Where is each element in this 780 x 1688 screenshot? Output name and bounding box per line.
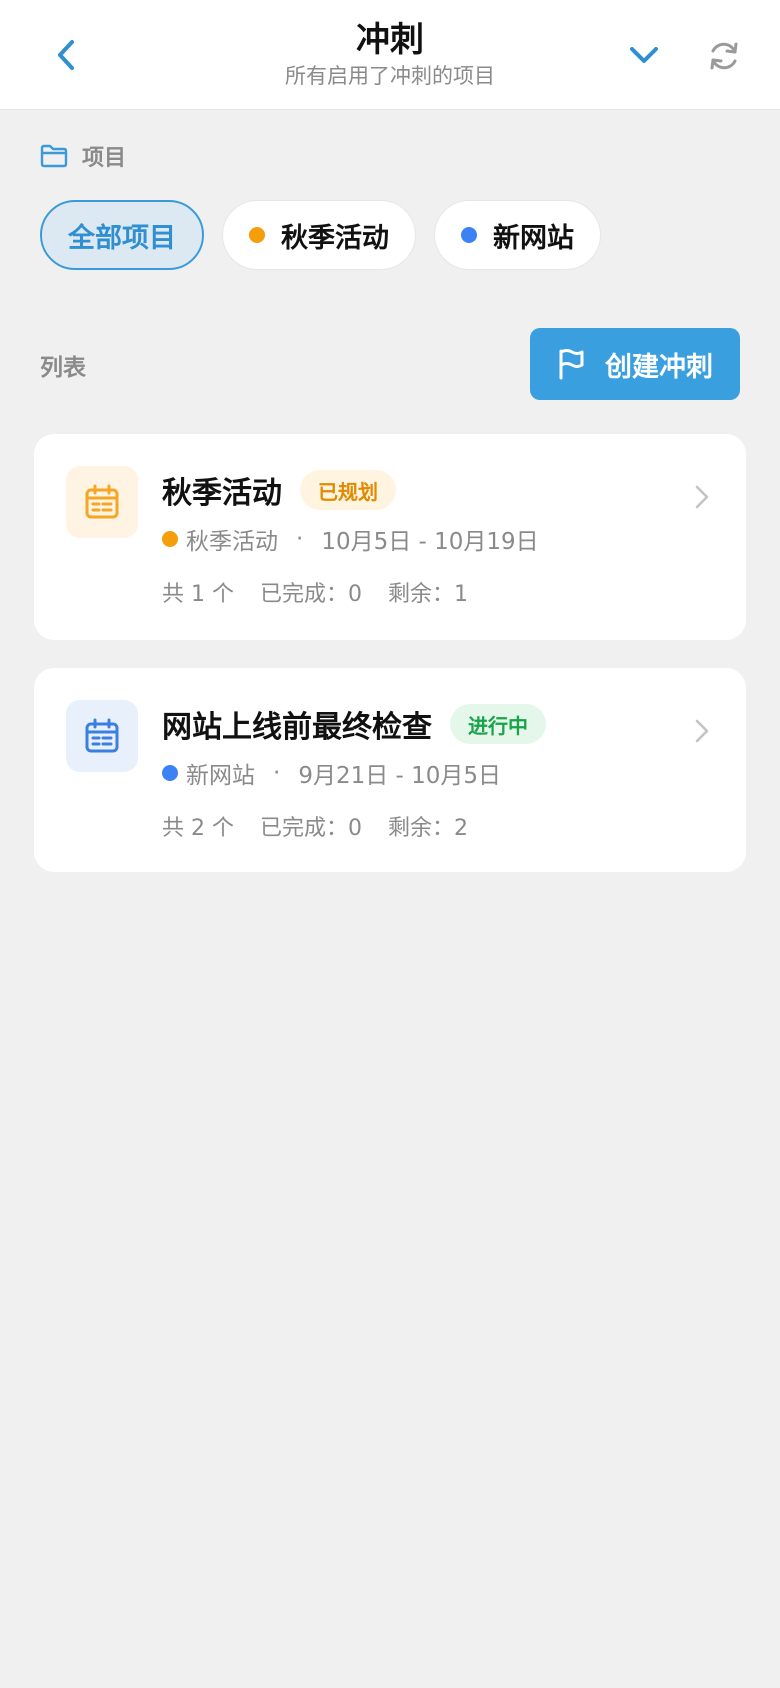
project-color-dot (249, 227, 265, 243)
flag-icon (559, 349, 584, 380)
filter-chip-new-site[interactable]: 新网站 (434, 200, 601, 270)
sprint-total: 共 1 个 (162, 582, 234, 607)
filter-chip-label: 新网站 (493, 222, 574, 254)
project-color-dot (162, 531, 178, 547)
sprint-stats-row: 共 2 个 已完成：0 剩余：2 (162, 810, 468, 842)
project-color-dot (461, 227, 477, 243)
project-filter-chips: 全部项目 秋季活动 新网站 (40, 200, 601, 270)
sprint-total: 共 2 个 (162, 816, 234, 841)
filter-chip-label: 秋季活动 (281, 222, 389, 254)
sprint-title-row: 秋季活动 已规划 (162, 468, 396, 512)
calendar-icon (85, 718, 119, 753)
sprint-completed: 已完成：0 (259, 816, 362, 841)
sprint-remaining: 剩余：2 (387, 816, 468, 841)
sprint-meta-row: 秋季活动 · 10月5日 - 10月19日 (162, 522, 539, 556)
sprint-icon-box (66, 700, 138, 772)
sprint-remaining: 剩余：1 (387, 582, 468, 607)
sprint-stats-row: 共 1 个 已完成：0 剩余：1 (162, 576, 468, 608)
project-color-dot (162, 765, 178, 781)
refresh-button[interactable] (700, 32, 748, 80)
status-badge: 进行中 (450, 704, 546, 744)
separator: · (273, 760, 281, 786)
sprint-meta-row: 新网站 · 9月21日 - 10月5日 (162, 756, 501, 790)
sprint-card[interactable]: 秋季活动 已规划 秋季活动 · 10月5日 - 10月19日 共 1 个 已完成… (34, 434, 746, 640)
create-sprint-label: 创建冲刺 (605, 351, 713, 383)
status-badge: 已规划 (300, 470, 396, 510)
separator: · (296, 526, 304, 552)
sprint-project-name: 秋季活动 (186, 529, 278, 555)
filter-chip-label: 全部项目 (68, 222, 176, 254)
sprint-date-range: 9月21日 - 10月5日 (298, 763, 502, 789)
sprint-title: 网站上线前最终检查 (162, 710, 432, 745)
chevron-down-icon (630, 47, 658, 63)
sprint-title-row: 网站上线前最终检查 进行中 (162, 702, 546, 746)
projects-section: 项目 (40, 140, 126, 172)
list-label: 列表 (40, 355, 86, 381)
chevron-right-icon (694, 484, 710, 510)
dropdown-button[interactable] (622, 30, 666, 80)
header: 冲刺 所有启用了冲刺的项目 (0, 0, 780, 110)
sprint-completed: 已完成：0 (259, 582, 362, 607)
folder-icon (40, 144, 68, 168)
projects-label: 项目 (82, 146, 127, 171)
sprint-card[interactable]: 网站上线前最终检查 进行中 新网站 · 9月21日 - 10月5日 共 2 个 … (34, 668, 746, 872)
sprint-title: 秋季活动 (162, 476, 282, 511)
sprint-project-name: 新网站 (186, 763, 255, 789)
refresh-icon (710, 42, 738, 70)
filter-chip-all[interactable]: 全部项目 (40, 200, 204, 270)
chevron-right-icon (694, 718, 710, 744)
filter-chip-autumn[interactable]: 秋季活动 (222, 200, 416, 270)
create-sprint-button[interactable]: 创建冲刺 (530, 328, 740, 400)
calendar-icon (85, 484, 119, 519)
sprint-icon-box (66, 466, 138, 538)
sprint-date-range: 10月5日 - 10月19日 (321, 529, 539, 555)
